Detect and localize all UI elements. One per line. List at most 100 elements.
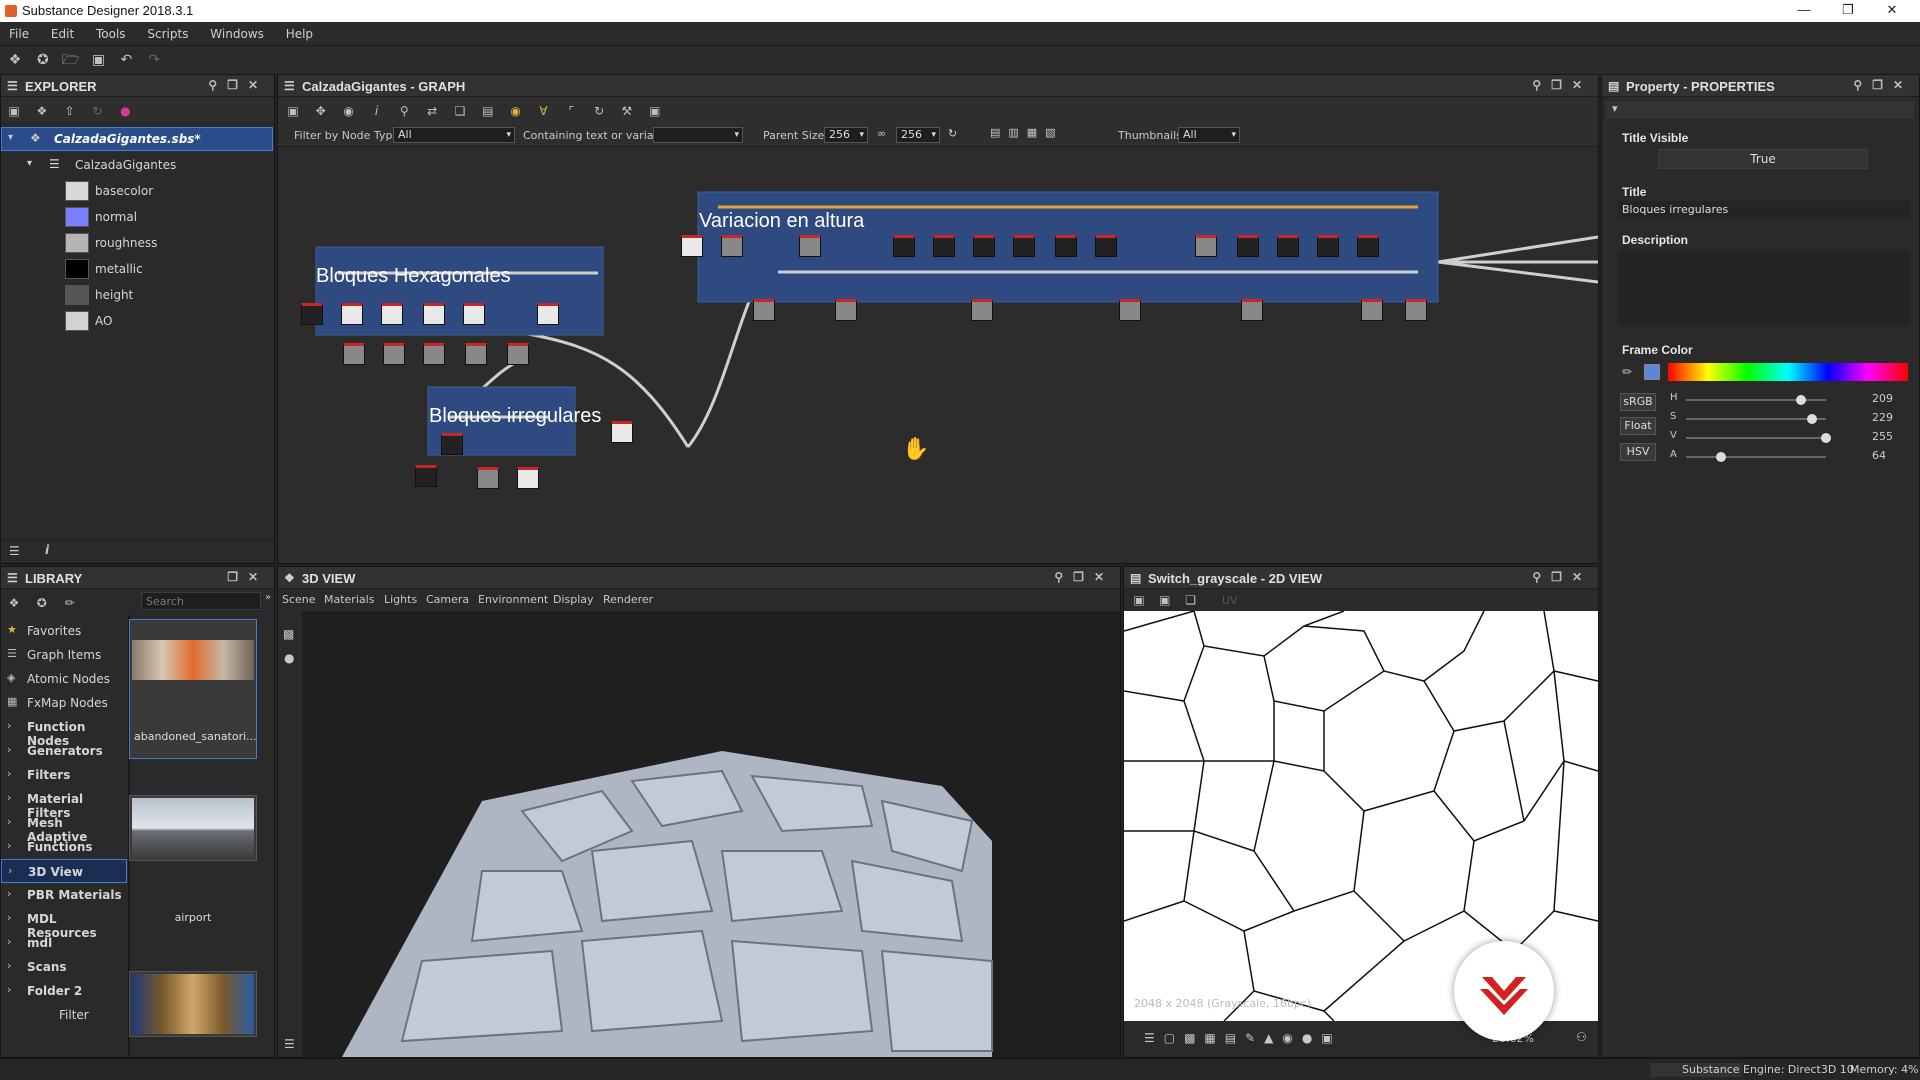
frame-all-icon[interactable]: ▣ [282, 100, 304, 122]
camera-icon[interactable]: ▩ [283, 627, 294, 641]
restore-icon[interactable]: ❐ [1826, 0, 1870, 22]
graph-node[interactable] [933, 235, 955, 257]
uv-label[interactable]: UV [1222, 594, 1238, 607]
copy-icon[interactable]: ❏ [1180, 589, 1202, 611]
reload-icon[interactable]: ↻ [86, 100, 108, 122]
chevron-down-icon[interactable]: ▾ [1612, 102, 1618, 115]
expand-arrow-icon[interactable]: » [265, 592, 271, 603]
graph-node[interactable] [507, 343, 529, 365]
graph-node[interactable] [477, 467, 499, 489]
graph-node[interactable] [423, 303, 445, 325]
filter-node-type-select[interactable]: All ▾ [393, 127, 515, 143]
new-resource-icon[interactable]: ❖ [31, 100, 53, 122]
menu-display[interactable]: Display [553, 593, 594, 606]
view3d-viewport[interactable] [302, 611, 1120, 1057]
library-item[interactable]: › PBR Materials [1, 883, 127, 907]
refresh-icon[interactable]: ↻ [588, 100, 610, 122]
search-icon[interactable]: ⚲ [393, 100, 415, 122]
graph-node[interactable] [721, 235, 743, 257]
library-item[interactable]: › Folder 2 [1, 979, 127, 1003]
library-item[interactable]: › Functions [1, 835, 127, 859]
frame-title-variacion[interactable]: Variacion en altura [699, 210, 864, 233]
info-icon[interactable]: i [45, 543, 49, 557]
channel-slider[interactable] [1686, 433, 1831, 443]
graph-node[interactable] [973, 235, 995, 257]
menu-scripts[interactable]: Scripts [138, 22, 197, 41]
tools-icon[interactable]: ⚒ [616, 100, 638, 122]
frame-view-icon[interactable]: ▣ [1128, 589, 1150, 611]
parent-size-width-select[interactable]: 256 ▾ [824, 127, 868, 143]
undo-icon[interactable]: ↶ [115, 49, 137, 71]
tree-view-icon[interactable]: ☰ [284, 1037, 295, 1051]
panel-buttons[interactable]: ⚲❐✕ [1853, 78, 1913, 92]
graph-node[interactable] [1317, 235, 1339, 257]
graph-node[interactable] [1277, 235, 1299, 257]
library-item[interactable]: › Generators [1, 739, 127, 763]
graph-node[interactable] [799, 235, 821, 257]
collapse-arrow-icon[interactable]: ▾ [27, 158, 32, 169]
new-package-icon[interactable]: ❖ [4, 49, 26, 71]
explorer-graph-row[interactable]: ▾ ☰ CalzadaGigantes [1, 153, 274, 177]
menu-camera[interactable]: Camera [426, 593, 469, 606]
graph-node[interactable] [441, 433, 463, 455]
graph-node[interactable] [681, 235, 703, 257]
graph-node[interactable] [423, 343, 445, 365]
library-item[interactable]: ◈ Atomic Nodes [1, 667, 127, 691]
graph-node[interactable] [383, 343, 405, 365]
graph-node[interactable] [343, 343, 365, 365]
graph-node[interactable] [1095, 235, 1117, 257]
graph-node[interactable] [611, 421, 633, 443]
thumbnail-abandoned[interactable]: abandoned_sanatori... [129, 619, 257, 759]
align-nodes-icons[interactable]: ▤▥▦▧ [990, 126, 1064, 139]
snapshot-icon[interactable]: ◉ [338, 100, 360, 122]
menu-scene[interactable]: Scene [282, 593, 316, 606]
library-search[interactable]: Search [141, 592, 261, 610]
graph-node[interactable] [1055, 235, 1077, 257]
graph-node[interactable] [835, 299, 857, 321]
publish-icon[interactable]: ● [114, 100, 136, 122]
frame-title-hexagonales[interactable]: Bloques Hexagonales [316, 265, 511, 288]
minimize-icon[interactable]: — [1782, 0, 1826, 22]
graph-node[interactable] [301, 303, 323, 325]
open-folder-icon[interactable]: 🗁 [60, 49, 82, 71]
containing-text-select[interactable]: ▾ [653, 127, 743, 143]
graph-node[interactable] [381, 303, 403, 325]
library-item[interactable]: › Filters [1, 763, 127, 787]
float-button[interactable]: Float [1620, 417, 1656, 435]
tree-view-icon[interactable]: ☰ [9, 544, 20, 558]
export-icon[interactable]: ▣ [644, 100, 666, 122]
channel-slider[interactable] [1686, 452, 1826, 462]
graph-node[interactable] [465, 343, 487, 365]
graph-node[interactable] [1013, 235, 1035, 257]
menu-renderer[interactable]: Renderer [603, 593, 653, 606]
library-item[interactable]: › Function Nodes [1, 715, 127, 748]
library-item[interactable]: ☰ Graph Items [1, 643, 127, 667]
menu-help[interactable]: Help [277, 22, 322, 41]
library-item[interactable]: › Material Filters [1, 787, 127, 820]
hsv-button[interactable]: HSV [1620, 443, 1656, 461]
new-folder-icon[interactable]: ❖ [3, 592, 25, 614]
list-icon[interactable]: ▤ [477, 100, 499, 122]
connect-icon[interactable]: ⌜ [560, 100, 582, 122]
hue-spectrum[interactable] [1668, 363, 1908, 381]
slider-knob[interactable] [1796, 395, 1806, 405]
graph-node[interactable] [1195, 235, 1217, 257]
library-item[interactable]: ▦ FxMap Nodes [1, 691, 127, 715]
graph-node[interactable] [1119, 299, 1141, 321]
graph-output-item[interactable]: basecolor [1, 179, 274, 203]
save-package-icon[interactable]: ▣ [3, 100, 25, 122]
thumbnail-airport[interactable] [129, 795, 257, 861]
description-input[interactable] [1618, 251, 1910, 325]
link-icon[interactable]: ∀ [532, 100, 554, 122]
panel-buttons[interactable]: ⚲❐✕ [1532, 570, 1592, 584]
graph-output-item[interactable]: height [1, 283, 274, 307]
color-swatch[interactable] [1644, 364, 1660, 380]
graph-node[interactable] [463, 303, 485, 325]
close-window-icon[interactable]: ✕ [1870, 0, 1914, 22]
hierarchy-icon[interactable]: ❏ [449, 100, 471, 122]
menu-edit[interactable]: Edit [42, 22, 83, 41]
slider-knob[interactable] [1821, 433, 1831, 443]
save-image-icon[interactable]: ▣ [1154, 589, 1176, 611]
slider-knob[interactable] [1807, 414, 1817, 424]
title-visible-toggle[interactable]: True [1658, 149, 1868, 169]
